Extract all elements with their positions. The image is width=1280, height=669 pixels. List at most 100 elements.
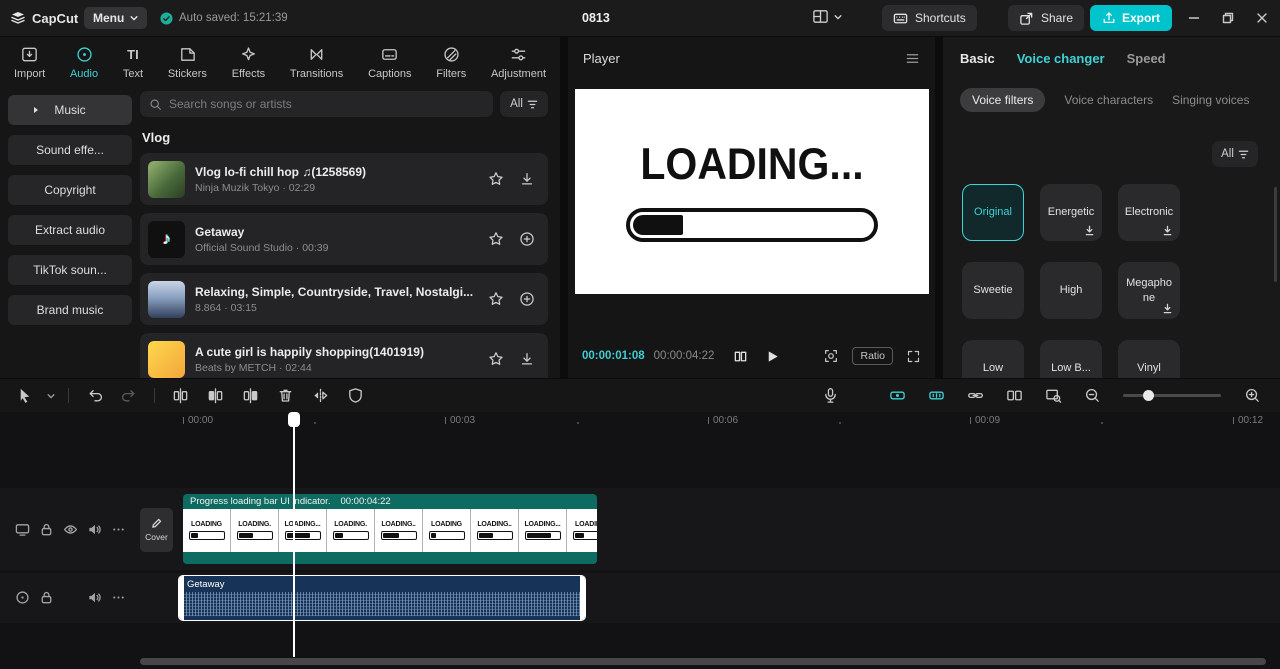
zoom-slider-handle[interactable] — [1143, 389, 1154, 401]
ruler-label: 00:06 — [713, 415, 739, 426]
tab-stickers[interactable]: Stickers — [168, 45, 207, 80]
tab-import[interactable]: Import — [14, 45, 45, 80]
fullscreen-icon[interactable] — [906, 349, 921, 364]
preview-axis-icon[interactable] — [1002, 384, 1026, 408]
sidebar-item-extract-audio[interactable]: Extract audio — [8, 215, 132, 245]
tab-speed[interactable]: Speed — [1127, 51, 1166, 66]
share-button[interactable]: Share — [1008, 5, 1085, 31]
subtab-singing-voices[interactable]: Singing voices — [1172, 93, 1249, 107]
tab-adjustment[interactable]: Adjustment — [491, 45, 546, 80]
track-display-icon[interactable] — [15, 522, 30, 537]
export-button[interactable]: Export — [1090, 5, 1173, 31]
hide-track-eye-icon[interactable] — [63, 522, 78, 537]
preview-quality-icon[interactable] — [823, 348, 839, 364]
chevron-down-icon[interactable] — [47, 392, 55, 400]
song-row[interactable]: Relaxing, Simple, Countryside, Travel, N… — [140, 273, 548, 325]
voice-card-energetic[interactable]: Energetic — [1040, 184, 1102, 241]
timeline[interactable]: 00:00 00:03 00:06 00:09 00:12 Cover Prog… — [0, 412, 1280, 669]
cover-button[interactable]: Cover — [140, 508, 173, 552]
song-row[interactable]: Vlog lo-fi chill hop ♫(1258569) Ninja Mu… — [140, 153, 548, 205]
mute-speaker-icon[interactable] — [87, 522, 102, 537]
more-options-icon[interactable] — [111, 590, 126, 605]
delete-button[interactable] — [273, 384, 297, 408]
more-options-icon[interactable] — [111, 522, 126, 537]
undo-button[interactable] — [82, 384, 106, 408]
zoom-out-button[interactable] — [1080, 384, 1104, 408]
voice-card-vinyl[interactable]: Vinyl — [1118, 340, 1180, 378]
split-button[interactable] — [168, 384, 192, 408]
close-button[interactable] — [1256, 12, 1268, 24]
shortcuts-button[interactable]: Shortcuts — [882, 5, 977, 31]
lock-icon[interactable] — [39, 590, 54, 605]
tab-voice-changer[interactable]: Voice changer — [1017, 51, 1105, 66]
mirror-button[interactable] — [308, 384, 332, 408]
minimize-button[interactable] — [1188, 12, 1200, 24]
select-tool-button[interactable] — [12, 384, 36, 408]
voice-card-high[interactable]: High — [1040, 262, 1102, 319]
subtab-voice-filters[interactable]: Voice filters — [960, 88, 1046, 112]
song-row[interactable]: ♪ Getaway Official Sound Studio · 00:39 — [140, 213, 548, 265]
search-input[interactable] — [169, 97, 484, 111]
tab-filters[interactable]: Filters — [436, 45, 466, 80]
delete-right-button[interactable] — [238, 384, 262, 408]
download-icon[interactable] — [519, 171, 535, 187]
delete-left-button[interactable] — [203, 384, 227, 408]
tab-transitions[interactable]: Transitions — [290, 45, 343, 80]
add-to-timeline-icon[interactable] — [519, 291, 535, 307]
frame-preview-icon[interactable] — [1041, 384, 1065, 408]
ratio-button[interactable]: Ratio — [852, 347, 893, 365]
subtab-voice-characters[interactable]: Voice characters — [1064, 93, 1153, 107]
zoom-in-button[interactable] — [1240, 384, 1264, 408]
favorite-star-icon[interactable] — [488, 291, 504, 307]
media-filter-all-button[interactable]: All — [500, 91, 548, 117]
clip-trim-handle-right[interactable] — [580, 576, 585, 620]
download-icon[interactable] — [519, 351, 535, 367]
restore-button[interactable] — [1222, 12, 1234, 24]
clip-trim-handle-left[interactable] — [179, 576, 184, 620]
sidebar-item-copyright[interactable]: Copyright — [8, 175, 132, 205]
sidebar-item-sound-effects[interactable]: Sound effe... — [8, 135, 132, 165]
video-clip-loading-bar[interactable]: Progress loading bar UI indicator. 00:00… — [183, 494, 597, 564]
lock-icon[interactable] — [39, 522, 54, 537]
panel-scrollbar[interactable] — [1274, 187, 1277, 282]
tab-captions[interactable]: Captions — [368, 45, 411, 80]
voice-card-megaphone[interactable]: Megaphone — [1118, 262, 1180, 319]
player-menu-icon[interactable] — [905, 51, 920, 66]
voice-card-original[interactable]: Original — [962, 184, 1024, 241]
sidebar-item-brand-music[interactable]: Brand music — [8, 295, 132, 325]
record-voiceover-icon[interactable] — [818, 384, 842, 408]
voice-card-sweetie[interactable]: Sweetie — [962, 262, 1024, 319]
redo-button[interactable] — [117, 384, 141, 408]
timeline-ruler[interactable]: 00:00 00:03 00:06 00:09 00:12 — [0, 412, 1280, 432]
sidebar-item-music[interactable]: Music — [8, 95, 132, 125]
link-clips-icon[interactable] — [963, 384, 987, 408]
voice-filter-all-button[interactable]: All — [1212, 141, 1258, 167]
favorite-star-icon[interactable] — [488, 231, 504, 247]
layout-button[interactable] — [812, 8, 842, 25]
video-preview[interactable]: LOADING... — [575, 89, 929, 294]
mute-speaker-icon[interactable] — [87, 590, 102, 605]
audio-track-icon[interactable] — [15, 590, 30, 605]
voice-card-electronic[interactable]: Electronic — [1118, 184, 1180, 241]
favorite-star-icon[interactable] — [488, 171, 504, 187]
main-track-magnet-icon[interactable] — [885, 384, 909, 408]
tab-audio[interactable]: Audio — [70, 45, 98, 80]
song-row[interactable]: A cute girl is happily shopping(1401919)… — [140, 333, 548, 378]
mask-button[interactable] — [343, 384, 367, 408]
auto-snapping-icon[interactable] — [924, 384, 948, 408]
playhead[interactable] — [288, 412, 300, 657]
voice-card-low[interactable]: Low — [962, 340, 1024, 378]
tab-basic[interactable]: Basic — [960, 51, 995, 66]
menu-button[interactable]: Menu — [84, 7, 148, 29]
favorite-star-icon[interactable] — [488, 351, 504, 367]
tab-text[interactable]: TI Text — [123, 45, 143, 80]
sidebar-item-tiktok-sounds[interactable]: TikTok soun... — [8, 255, 132, 285]
audio-clip-getaway[interactable]: Getaway — [178, 575, 586, 621]
voice-card-low-battery[interactable]: Low B... — [1040, 340, 1102, 378]
timeline-horizontal-scrollbar[interactable] — [140, 658, 1266, 665]
frame-step-icon[interactable] — [733, 349, 748, 364]
play-button[interactable] — [765, 349, 780, 364]
add-to-timeline-icon[interactable] — [519, 231, 535, 247]
tab-effects[interactable]: Effects — [232, 45, 265, 80]
timeline-zoom-slider[interactable] — [1123, 389, 1221, 401]
